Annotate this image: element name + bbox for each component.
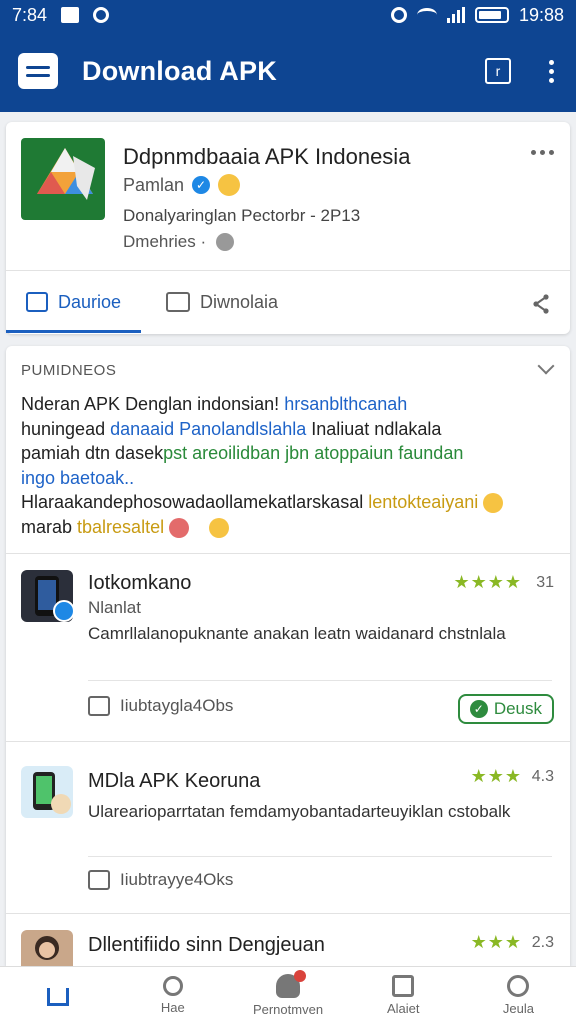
- emoji-icon: [169, 517, 190, 538]
- likes-label: Iiubtrayye4Oks: [120, 870, 234, 889]
- divider: [6, 270, 570, 271]
- desc-text: huningead: [21, 418, 111, 439]
- home-icon: [46, 987, 69, 1006]
- nav-home[interactable]: [0, 967, 115, 1024]
- section-header: PUMIDNEOS: [21, 362, 117, 379]
- divider: [88, 680, 552, 681]
- thumbs-up-icon: [88, 696, 110, 716]
- alarm-icon: [390, 7, 407, 23]
- status-bar: 7:84 19:88: [0, 0, 576, 30]
- nav-notifications[interactable]: Pernotmven: [230, 967, 345, 1024]
- description-card: PUMIDNEOS Nderan APK Denglan indonsian! …: [6, 346, 570, 982]
- notification-icon: [61, 7, 80, 23]
- nav-label: Jeula: [502, 1001, 534, 1016]
- rating-value: 4.3: [531, 768, 554, 785]
- like-tab-label: Daurioe: [58, 291, 122, 312]
- download-tab[interactable]: Diwnolaia: [166, 282, 278, 322]
- desc-text: marab: [21, 516, 78, 537]
- verified-icon: ✓: [192, 176, 211, 194]
- verify-button[interactable]: ✓ Deusk: [457, 694, 554, 724]
- more-options-icon[interactable]: [545, 59, 558, 83]
- review-text: Ularearioparrtatan femdamyobantadarteuyi…: [88, 802, 511, 821]
- status-time: 7:84: [12, 4, 48, 25]
- signal-icon: [446, 7, 465, 23]
- category-label: Dmehries ·: [123, 232, 207, 251]
- nav-account[interactable]: Jeula: [461, 967, 576, 1024]
- desc-text: pamiah dtn dasek: [21, 443, 164, 463]
- info-icon[interactable]: [216, 233, 235, 251]
- notification-badge: [294, 970, 306, 982]
- reviewer-name[interactable]: Iotkomkano: [88, 572, 191, 595]
- reviewer-name[interactable]: MDla APK Keoruna: [88, 770, 260, 793]
- avatar[interactable]: [21, 766, 73, 818]
- desc-text: Inaliuat ndlakala: [306, 418, 442, 439]
- account-icon: [507, 975, 530, 997]
- like-tab[interactable]: Daurioe: [26, 282, 121, 322]
- update-info: Donalyaringlan Pectorbr - 2P13: [123, 206, 361, 225]
- nav-label: Hae: [160, 1000, 185, 1015]
- nav-label: Alaiet: [386, 1001, 420, 1016]
- category-row: Dmehries ·: [123, 232, 235, 252]
- thumbs-up-icon: [26, 292, 48, 312]
- reviewer-subtitle: Nlanlat: [88, 598, 141, 617]
- smile-emoji-icon: [218, 174, 241, 196]
- star-rating: ★★★★: [453, 572, 522, 592]
- thumbs-up-icon: [88, 870, 110, 890]
- desc-link[interactable]: hrsanblthcanah: [284, 394, 407, 414]
- rating-value: 2.3: [531, 934, 554, 951]
- likes-label: Iiubtaygla4Obs: [120, 696, 234, 715]
- developer-name[interactable]: Pamlan: [123, 175, 184, 196]
- desc-link[interactable]: ingo baetoak..: [21, 468, 134, 488]
- review-likes[interactable]: Iiubtrayye4Oks: [88, 870, 233, 890]
- divider: [6, 913, 570, 914]
- tabs-button[interactable]: r: [485, 58, 511, 84]
- desc-highlight: lentokteaiyani: [368, 492, 479, 512]
- divider: [6, 553, 570, 554]
- reviewer-name[interactable]: Dllentifiido sinn Dengjeuan: [88, 934, 325, 957]
- menu-icon[interactable]: [18, 53, 58, 89]
- download-tab-label: Diwnolaia: [200, 291, 279, 312]
- description-text: Nderan APK Denglan indonsian! hrsanblthc…: [21, 392, 551, 539]
- review-text: Camrllalanopuknante anakan leatn waidana…: [88, 624, 506, 643]
- developer-row: Pamlan ✓: [123, 174, 241, 196]
- nav-alerts[interactable]: Alaiet: [346, 967, 461, 1024]
- star-rating: ★★★: [470, 766, 522, 786]
- chevron-down-icon[interactable]: [537, 357, 555, 375]
- app-logo: [21, 138, 105, 220]
- desc-link[interactable]: pst areoilidban jbn atoppaiun faundan: [163, 443, 463, 463]
- star-rating: ★★★: [470, 932, 522, 952]
- active-tab-indicator: [6, 330, 141, 333]
- check-icon: ✓: [469, 700, 488, 718]
- divider: [88, 856, 552, 857]
- app-title: Download APK: [82, 55, 277, 86]
- nav-label: Pernotmven: [252, 1002, 324, 1017]
- bottom-navigation: Hae Pernotmven Alaiet Jeula: [0, 966, 576, 1024]
- app-name: Ddpnmdbaaia APK Indonesia: [123, 144, 411, 169]
- person-icon: [276, 970, 306, 998]
- verify-button-label: Deusk: [493, 699, 542, 718]
- verified-badge-icon: [53, 600, 75, 622]
- nav-search[interactable]: Hae: [115, 967, 230, 1024]
- desc-text: Hlaraakandephosowadaollamekatlarskasal: [21, 492, 369, 512]
- wifi-icon: [416, 8, 437, 22]
- review-likes[interactable]: Iiubtaygla4Obs: [88, 696, 233, 716]
- emoji-icon: [483, 493, 504, 514]
- battery-icon: [474, 7, 509, 23]
- app-overflow-icon[interactable]: [531, 150, 554, 155]
- app-info-card: Ddpnmdbaaia APK Indonesia Pamlan ✓ Donal…: [6, 122, 570, 334]
- divider: [6, 741, 570, 742]
- calendar-icon: [392, 975, 415, 997]
- desc-link[interactable]: danaaid Panolandlslahla: [110, 419, 306, 439]
- settings-status-icon: [93, 7, 110, 23]
- desc-text: Nderan APK Denglan indonsian!: [21, 394, 285, 414]
- tabs-label: r: [495, 63, 501, 79]
- share-icon[interactable]: [532, 294, 550, 319]
- emoji-icon: [209, 517, 230, 538]
- desc-highlight: tbalresaltel: [77, 516, 165, 537]
- app-bar: Download APK r: [0, 30, 576, 112]
- comment-icon: [166, 292, 190, 312]
- rating-value: 31: [536, 574, 554, 591]
- status-clock: 19:88: [518, 4, 564, 25]
- search-icon: [162, 976, 183, 996]
